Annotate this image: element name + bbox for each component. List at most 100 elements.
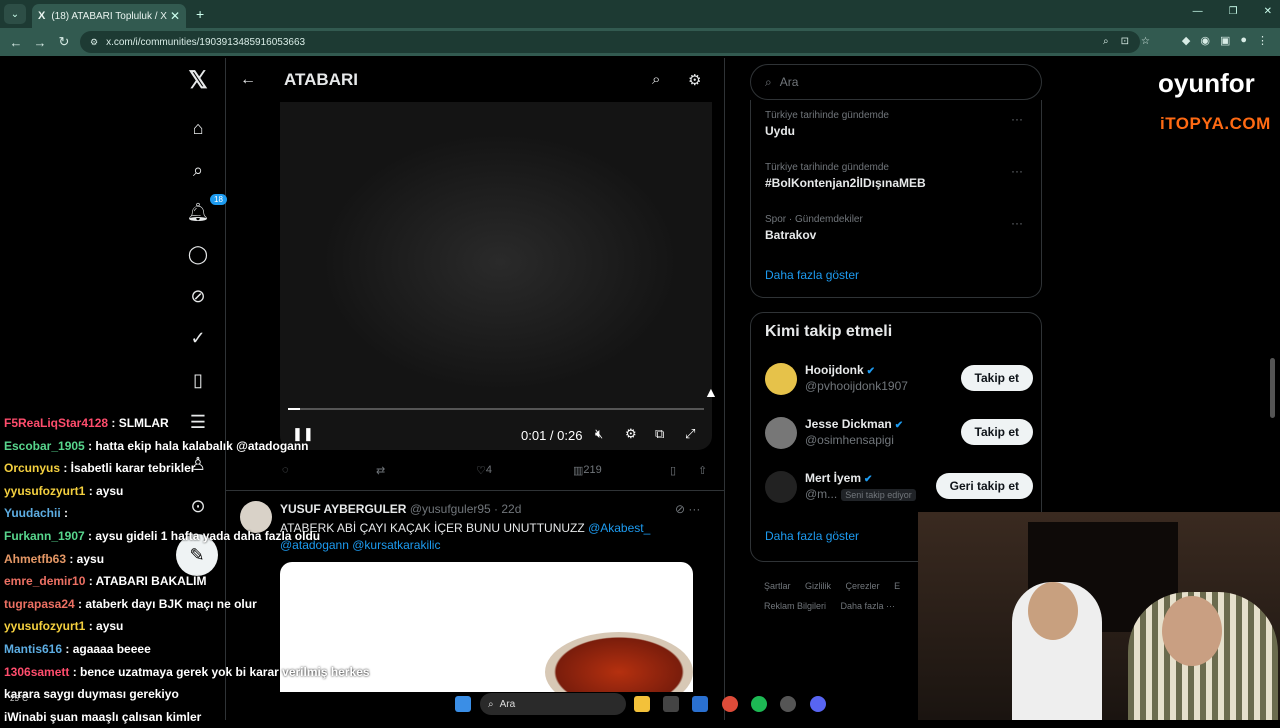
show-more-link[interactable]: Daha fazla göster [765, 268, 859, 282]
user-handle: @m... [805, 487, 838, 501]
footer-link[interactable]: Daha fazla ··· [841, 601, 896, 611]
taskbar-search[interactable]: ⌕ Ara [480, 693, 626, 715]
maximize-button[interactable]: ❐ [1229, 6, 1238, 17]
panel-title: Kimi takip etmeli [765, 323, 893, 340]
search-icon[interactable]: ⌕ [652, 71, 660, 88]
video-settings-icon[interactable]: ⚙ [625, 426, 637, 442]
footer-link[interactable]: Çerezler [846, 581, 880, 591]
search-placeholder: Ara [779, 75, 799, 89]
more-icon[interactable]: ··· [1011, 216, 1023, 230]
kebab-menu-icon[interactable]: ⋮ [1257, 34, 1268, 47]
browser-tab[interactable]: X (18) ATABARI Topluluk / X ✕ [32, 4, 186, 28]
trend-item[interactable]: Türkiye tarihinde gündemde #BolKontenjan… [765, 162, 1029, 190]
search-input[interactable]: ⌕ Ara [750, 64, 1042, 100]
extension-icon[interactable]: ◉ [1200, 34, 1210, 47]
mention-link[interactable]: @Akabest_ [588, 521, 650, 535]
mouse-cursor-icon: ▲ [704, 384, 718, 400]
avatar[interactable] [765, 471, 797, 503]
close-icon[interactable]: ✕ [170, 9, 180, 23]
messages-icon[interactable]: ◯ [186, 242, 210, 266]
footer-link[interactable]: Reklam Bilgileri [764, 601, 826, 611]
scrollbar[interactable] [1270, 358, 1275, 418]
weather-widget[interactable]: 25°C [10, 694, 28, 703]
trend-name: #BolKontenjan2İlDışınaMEB [765, 176, 926, 190]
discord-icon[interactable] [810, 696, 826, 712]
spotify-icon[interactable] [751, 696, 767, 712]
tea-cup-image [545, 632, 693, 692]
chat-message: yyusufozyurt1 : aysu [4, 480, 424, 503]
window-controls: — ❐ ✕ [1193, 6, 1272, 17]
mail-icon[interactable] [692, 696, 708, 712]
verified-icon[interactable]: ✓ [186, 326, 210, 350]
chat-text: : İsabetli karar tebrikler [60, 461, 196, 476]
trend-item[interactable]: Türkiye tarihinde gündemde Uydu ··· [765, 110, 1029, 138]
more-icon[interactable]: ··· [1011, 112, 1023, 126]
store-icon[interactable] [663, 696, 679, 712]
gear-icon[interactable]: ⚙ [688, 71, 701, 89]
notifications-bell-icon[interactable]: 🔔︎ 18 [186, 194, 227, 224]
close-window-button[interactable]: ✕ [1264, 6, 1272, 17]
trend-item[interactable]: Spor · Gündemdekiler Batrakov ··· [765, 214, 1029, 242]
extension-icon[interactable]: ◆ [1182, 34, 1190, 47]
back-arrow-icon[interactable]: ← [4, 35, 28, 50]
bookmark-star-icon[interactable]: ☆ [1141, 36, 1150, 47]
new-tab-button[interactable]: + [196, 6, 204, 22]
video-player[interactable]: ❚❚ 0:01 / 0:26 🔇︎ ⚙ ⧉ ⤢ [280, 102, 712, 450]
tweet-more-icon[interactable]: ⊘ ··· [675, 502, 700, 516]
browser-tab-bar: ⌄ X (18) ATABARI Topluluk / X ✕ + — ❐ ✕ [0, 0, 1280, 28]
chat-message: Ahmetfb63 : aysu [4, 548, 424, 571]
file-explorer-icon[interactable] [634, 696, 650, 712]
follow-button[interactable]: Takip et [960, 365, 1033, 391]
follow-back-button[interactable]: Geri takip et [935, 473, 1033, 499]
show-more-link[interactable]: Daha fazla göster [765, 529, 859, 543]
url-action-icons: ⌕ ⊡ ☆ [1103, 36, 1150, 47]
chrome-icon[interactable] [722, 696, 738, 712]
view-count: 219 [583, 464, 602, 476]
chat-text: : aysu [66, 551, 105, 566]
back-arrow-icon[interactable]: ← [240, 71, 256, 89]
extension-icons: ◆ ◉ ▣ ● ⋮ [1182, 34, 1268, 47]
puzzle-icon[interactable]: ▣ [1220, 34, 1230, 47]
picture-in-picture-icon[interactable]: ⧉ [655, 426, 664, 442]
avatar[interactable] [765, 417, 797, 449]
share-icon[interactable]: ⇧ [698, 464, 707, 477]
footer-link[interactable]: E [894, 581, 900, 591]
mute-icon[interactable]: 🔇︎ [595, 426, 603, 442]
like-count: 4 [485, 464, 492, 476]
chat-text: : aysu [85, 619, 124, 634]
footer-link[interactable]: Şartlar [764, 581, 791, 591]
like-button[interactable]: ♡ 4 [476, 464, 492, 477]
more-icon[interactable]: ··· [1011, 164, 1023, 178]
reload-icon[interactable]: ↻ [52, 34, 76, 50]
x-logo-icon[interactable]: 𝕏 [186, 67, 210, 94]
suggested-user[interactable]: Hooijdonk ✔ @pvhooijdonk1907 Takip et [765, 361, 1033, 401]
grok-icon[interactable]: ⊘ [186, 284, 210, 308]
url-field[interactable]: ⚙ x.com/i/communities/190391348591605366… [80, 31, 1140, 53]
profile-avatar[interactable]: ● [1240, 34, 1247, 47]
verified-badge-icon: ✔ [866, 366, 876, 377]
video-progress-bar[interactable] [288, 408, 704, 410]
install-icon[interactable]: ⊡ [1121, 36, 1129, 47]
app-icon[interactable] [780, 696, 796, 712]
bookmark-icon[interactable]: ▯ [670, 464, 676, 477]
chat-username: 1306samett [4, 664, 70, 679]
suggested-user[interactable]: Jesse Dickman ✔ @osimhensapigi Takip et [765, 415, 1033, 455]
forward-arrow-icon[interactable]: → [28, 35, 52, 50]
chat-text: : SLMLAR [108, 416, 169, 430]
windows-start-icon[interactable] [455, 696, 471, 712]
site-info-icon[interactable]: ⚙ [90, 37, 98, 48]
suggested-user[interactable]: Mert İyem ✔ @m... Seni takip ediyor Geri t… [765, 469, 1033, 509]
zoom-icon[interactable]: ⌕ [1103, 36, 1109, 47]
follow-button[interactable]: Takip et [960, 419, 1033, 445]
minimize-button[interactable]: — [1193, 6, 1203, 17]
chat-text: : ATABARI BAKALIM [85, 574, 207, 589]
search-icon[interactable]: ⌕ [186, 158, 210, 182]
views-button[interactable]: ▥ 219 [573, 464, 602, 477]
tab-search-button[interactable]: ⌄ [4, 4, 26, 24]
bookmarks-icon[interactable]: ▯ [186, 368, 210, 392]
home-icon[interactable]: ⌂ [186, 116, 210, 140]
avatar[interactable] [765, 363, 797, 395]
footer-link[interactable]: Gizlilik [805, 581, 831, 591]
fullscreen-icon[interactable]: ⤢ [685, 426, 695, 442]
trend-context: Spor · Gündemdekiler [765, 214, 863, 225]
